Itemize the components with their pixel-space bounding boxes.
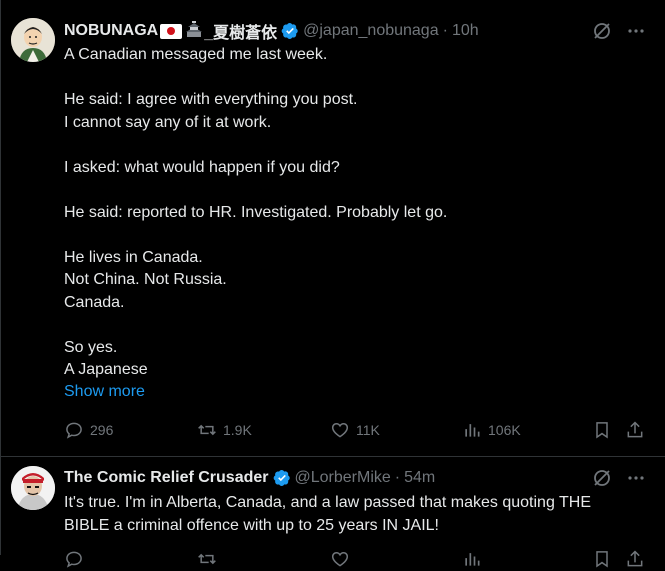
bookmark-icon — [596, 551, 608, 568]
views-button[interactable]: 106K — [462, 420, 521, 440]
tweet-text-line: It's true. I'm in Alberta, Canada, and a… — [64, 494, 591, 511]
tweet-text-line: A Japanese — [64, 361, 148, 378]
timeline: NOBUNAGA _夏樹蒼依 @japan_nobunaga · 10h A C… — [0, 0, 665, 568]
display-name[interactable]: The Comic Relief Crusader — [64, 469, 269, 487]
avatar[interactable] — [11, 18, 55, 62]
repost-button[interactable] — [197, 549, 223, 569]
tweet-text-line — [64, 224, 644, 247]
share-icon — [627, 550, 643, 567]
tweet-text-line: BIBLE a criminal offence with up to 25 y… — [64, 516, 439, 534]
display-name-suffix[interactable]: _夏樹蒼依 — [204, 19, 277, 43]
like-count: 11K — [356, 422, 380, 438]
reply-button[interactable]: 296 — [64, 420, 113, 440]
separator: · — [442, 22, 448, 39]
repost-icon — [198, 553, 216, 565]
handle[interactable]: @japan_nobunaga — [303, 22, 438, 40]
tweet-text-line: Canada. — [64, 293, 125, 311]
grok-icon[interactable] — [592, 468, 612, 488]
tweet-text-line — [64, 67, 644, 90]
analytics-icon — [465, 424, 480, 437]
reply-icon — [66, 551, 82, 568]
tweet[interactable]: The Comic Relief Crusader @LorberMike · … — [1, 457, 665, 568]
tweet-top-actions — [592, 468, 646, 488]
tweet-header: NOBUNAGA _夏樹蒼依 @japan_nobunaga · 10h — [64, 20, 479, 42]
show-more-link[interactable]: Show more — [64, 383, 145, 401]
tweet-actions — [64, 547, 649, 571]
timestamp[interactable]: 10h — [452, 22, 479, 40]
share-button[interactable] — [625, 549, 651, 569]
grok-icon[interactable] — [592, 21, 612, 41]
tweet-text-line: He said: I agree with everything you pos… — [64, 91, 358, 108]
repost-count: 1.9K — [223, 422, 252, 438]
reply-button[interactable] — [64, 549, 90, 569]
castle-icon — [184, 20, 204, 43]
bookmark-button[interactable] — [592, 549, 618, 569]
verified-badge-icon — [277, 22, 303, 40]
avatar-illustration-icon — [11, 18, 55, 62]
heart-icon — [331, 422, 349, 438]
handle[interactable]: @LorberMike — [295, 469, 391, 487]
like-button[interactable] — [330, 549, 356, 569]
tweet-text-line — [64, 314, 644, 337]
more-options-icon[interactable] — [626, 21, 646, 41]
tweet-body: A Canadian messaged me last week. He sai… — [64, 44, 644, 382]
view-count: 106K — [488, 422, 521, 438]
repost-button[interactable]: 1.9K — [197, 420, 252, 440]
like-button[interactable]: 11K — [330, 420, 380, 440]
tweet-body: It's true. I'm in Alberta, Canada, and a… — [64, 492, 644, 537]
tweet-text-line: So yes. — [64, 338, 118, 356]
views-button[interactable] — [462, 549, 488, 569]
bookmark-icon — [596, 422, 608, 439]
tweet-text-line: A Canadian messaged me last week. — [64, 46, 328, 63]
bookmark-button[interactable] — [592, 420, 618, 440]
tweet-text-line: He lives in Canada. — [64, 248, 203, 266]
display-name[interactable]: NOBUNAGA — [64, 22, 158, 40]
timestamp[interactable]: 54m — [404, 469, 435, 487]
tweet-actions: 296 1.9K 11K 106K — [64, 418, 649, 442]
tweet[interactable]: NOBUNAGA _夏樹蒼依 @japan_nobunaga · 10h A C… — [1, 0, 665, 458]
tweet-text-line — [64, 179, 644, 202]
tweet-text-line: I cannot say any of it at work. — [64, 113, 272, 131]
reply-count: 296 — [90, 422, 114, 438]
tweet-text-line: I asked: what would happen if you did? — [64, 158, 340, 176]
avatar[interactable] — [11, 466, 55, 510]
avatar-illustration-icon — [11, 466, 55, 510]
more-options-icon[interactable] — [626, 468, 646, 488]
japan-flag-icon — [160, 23, 183, 39]
tweet-text-line: Not China. Not Russia. — [64, 271, 227, 288]
tweet-text-line: He said: reported to HR. Investigated. P… — [64, 203, 448, 221]
analytics-icon — [465, 553, 480, 566]
tweet-top-actions — [592, 21, 646, 41]
reply-icon — [66, 422, 82, 439]
share-icon — [627, 421, 643, 438]
heart-icon — [331, 551, 349, 567]
verified-badge-icon — [269, 469, 295, 487]
tweet-text-line — [64, 134, 644, 157]
tweet-header: The Comic Relief Crusader @LorberMike · … — [64, 467, 435, 489]
share-button[interactable] — [625, 420, 651, 440]
repost-icon — [198, 424, 216, 436]
separator: · — [394, 469, 401, 486]
